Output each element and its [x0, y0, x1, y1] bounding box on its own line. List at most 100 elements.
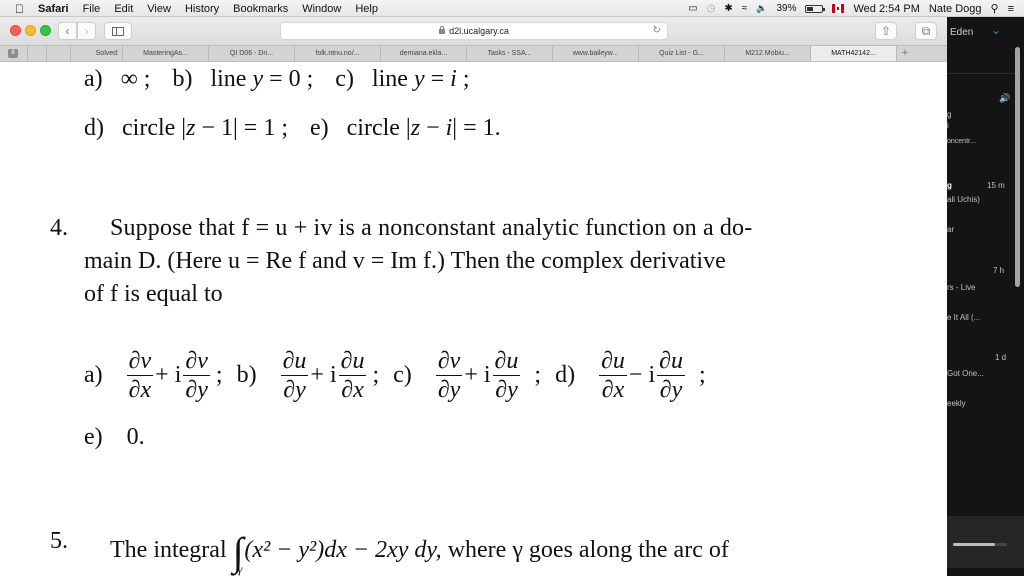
close-window-button[interactable]: [10, 25, 21, 36]
list-item[interactable]: i: [947, 121, 949, 130]
list-item[interactable]: rs - Live: [947, 283, 975, 292]
menu-bookmarks[interactable]: Bookmarks: [233, 3, 288, 15]
numerator: ∂u: [657, 348, 685, 376]
q5-text: The integral ∫γ(x² − y²)dx − 2xy dy, whe…: [110, 528, 729, 576]
menu-file[interactable]: File: [83, 3, 101, 15]
tab-demiana[interactable]: demiana.ekla...: [381, 46, 467, 61]
pinned-tab[interactable]: [28, 46, 47, 61]
address-bar[interactable]: d2l.ucalgary.ca ↻: [280, 22, 668, 40]
playback-progress-slider[interactable]: [953, 543, 1007, 546]
list-item[interactable]: Got One...: [947, 369, 984, 378]
chevron-down-icon[interactable]: ⌄: [991, 23, 1001, 37]
menu-view[interactable]: View: [147, 3, 171, 15]
denominator: ∂y: [659, 377, 683, 403]
speaker-icon[interactable]: 🔊: [999, 93, 1010, 104]
list-item-time: 15 m: [987, 181, 1005, 190]
option-a-text: ∞ ;: [120, 66, 151, 92]
tabs-overview-icon: ⧉: [921, 24, 931, 38]
tab-m212-mobius[interactable]: M212 Mobiu...: [725, 46, 811, 61]
list-item[interactable]: g: [947, 110, 951, 119]
fraction: ∂u ∂y: [492, 347, 521, 404]
show-all-tabs-button[interactable]: ⧉: [915, 22, 937, 40]
pdf-document: a) ∞ ; b) line y = 0 ; c) line y = i ; d…: [0, 62, 947, 576]
math-op: =: [430, 66, 445, 92]
tab-quiz-list[interactable]: Quiz List - G...: [639, 46, 725, 61]
numerator: ∂u: [280, 348, 309, 376]
chevron-right-icon: ›: [84, 24, 89, 38]
back-button[interactable]: ‹: [58, 22, 77, 40]
list-item[interactable]: eekly: [947, 399, 966, 408]
time-machine-icon[interactable]: ◷: [707, 3, 716, 14]
tab-math42142-active[interactable]: MATH42142...: [811, 46, 897, 61]
denominator: ∂y: [437, 377, 461, 403]
share-button[interactable]: ⇧: [875, 22, 897, 40]
clock[interactable]: Wed 2:54 PM: [853, 3, 919, 15]
menu-history[interactable]: History: [185, 3, 219, 15]
spotlight-search-icon[interactable]: ⚲: [991, 2, 999, 15]
q4-text-line3: of f is equal to: [84, 281, 223, 307]
punct: ;: [462, 66, 470, 92]
tab-folk-ntnu[interactable]: folk.ntnu.no/...: [295, 46, 381, 61]
wifi-icon[interactable]: ≈: [742, 3, 748, 14]
q5-number: 5.: [50, 528, 68, 554]
progress-fill: [953, 543, 996, 546]
list-item[interactable]: oncentr...: [947, 138, 976, 145]
volume-icon[interactable]: 🔈: [756, 3, 767, 14]
tab-solved[interactable]: Solved:: [71, 46, 123, 61]
option-e-text: circle |: [346, 115, 411, 141]
menu-window[interactable]: Window: [302, 3, 341, 15]
list-item-subtitle[interactable]: ali Uchis): [947, 195, 980, 204]
denominator: ∂y: [185, 377, 208, 403]
list-item[interactable]: e It All (...: [947, 313, 980, 322]
denominator: ∂x: [341, 377, 364, 403]
minimize-window-button[interactable]: [25, 25, 36, 36]
numerator: ∂v: [126, 348, 154, 376]
option-label: b): [172, 66, 193, 92]
show-sidebar-button[interactable]: [104, 22, 132, 40]
menu-help[interactable]: Help: [355, 3, 378, 15]
math-op: −: [426, 115, 440, 141]
option-e-value: 0.: [126, 424, 145, 450]
menu-edit[interactable]: Edit: [114, 3, 133, 15]
safari-window: ‹ › d2l.ucalgary.ca ↻ ⇧ ⧉ 8 Solved: Mast…: [0, 17, 947, 576]
menu-app-name[interactable]: Safari: [38, 3, 69, 15]
math-var: y: [413, 66, 425, 92]
list-item[interactable]: ar: [947, 225, 954, 234]
battery-icon[interactable]: [805, 4, 826, 13]
numerator: ∂v: [435, 348, 463, 376]
pinned-tab[interactable]: 8: [0, 46, 28, 61]
apple-menu-icon[interactable]: : [15, 2, 24, 16]
bluetooth-icon[interactable]: ✱: [724, 3, 732, 14]
q4-option-c: c) ∂v ∂y + i ∂u ∂y ;: [393, 347, 541, 404]
denominator: ∂y: [283, 377, 306, 403]
tab-qi-d06[interactable]: QI D06 - Dri...: [209, 46, 295, 61]
tab-masteringas[interactable]: MasteringAs...: [123, 46, 209, 61]
scrollbar[interactable]: [1015, 47, 1020, 287]
fraction: ∂u ∂y: [657, 347, 685, 404]
notification-center-icon[interactable]: ≡: [1008, 3, 1014, 15]
q4-option-a: a) ∂v ∂x + i ∂v ∂y ;: [84, 347, 223, 404]
integral-expression: (x² − y²)dx − 2xy dy,: [244, 537, 442, 563]
new-tab-button[interactable]: +: [897, 46, 913, 61]
option-b-rest: = 0 ;: [269, 66, 314, 92]
battery-percent[interactable]: 39%: [776, 3, 796, 14]
tab-tasks-ssa[interactable]: Tasks - SSA...: [467, 46, 553, 61]
tab-baileyw[interactable]: www.baileyw...: [553, 46, 639, 61]
fraction: ∂u ∂y: [280, 347, 309, 404]
airplay-icon[interactable]: ▭: [688, 3, 697, 14]
denominator: ∂x: [601, 377, 625, 403]
user-name[interactable]: Nate Dogg: [929, 3, 982, 15]
q3-options-line1: a) ∞ ; b) line y = 0 ; c) line y = i ;: [84, 66, 470, 93]
list-item-time: 7 h: [993, 266, 1005, 275]
q4-number: 4.: [50, 215, 68, 241]
option-c-text: line: [371, 66, 408, 92]
q4-text-line2: main D. (Here u = Re f and v = Im f.) Th…: [84, 248, 726, 274]
input-source-flag-icon[interactable]: [832, 4, 845, 13]
list-item-title[interactable]: g: [947, 181, 952, 190]
pinned-tab[interactable]: [47, 46, 71, 61]
url-text: d2l.ucalgary.ca: [449, 26, 509, 36]
reload-icon[interactable]: ↻: [653, 23, 661, 39]
forward-button[interactable]: ›: [77, 22, 96, 40]
player-bar: [947, 516, 1024, 568]
zoom-window-button[interactable]: [40, 25, 51, 36]
